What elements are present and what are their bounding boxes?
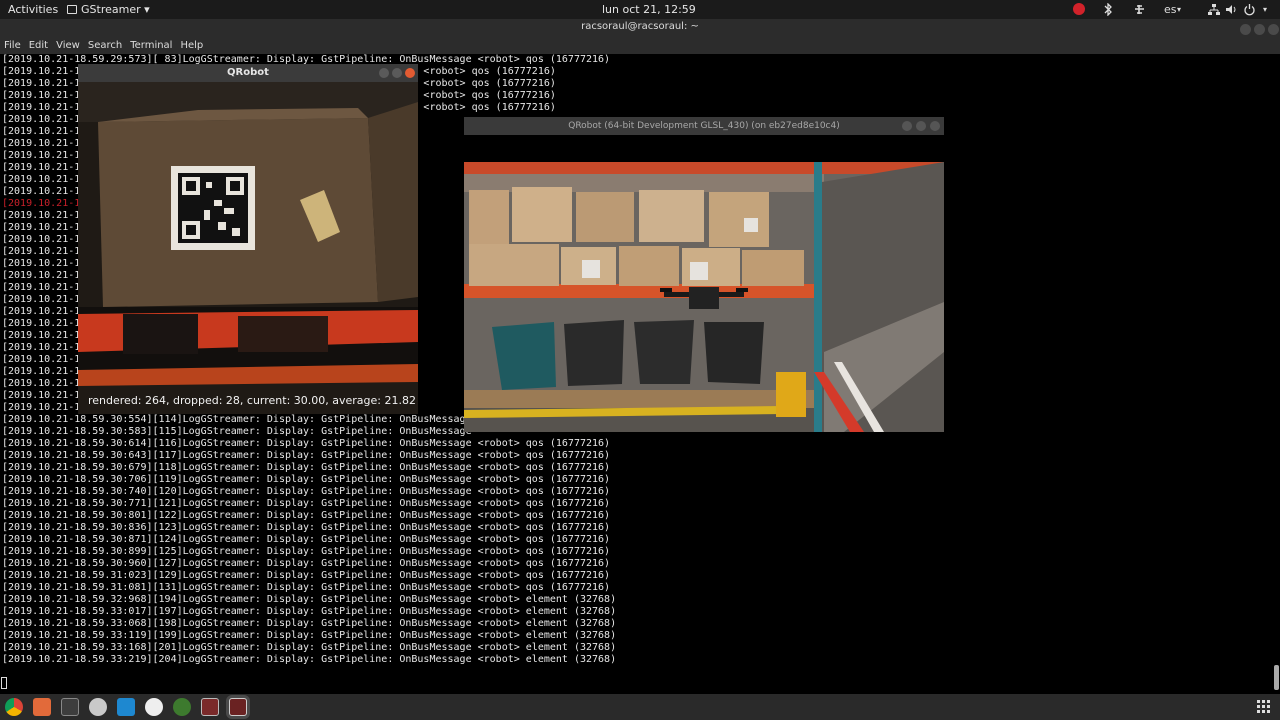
- terminal-line: [2019.10.21-18.59.33:068][198]LogGStream…: [2, 618, 617, 629]
- bollard: [776, 372, 806, 417]
- terminal-line: [2019.10.21-18.59.31:081][131]LogGStream…: [2, 582, 611, 593]
- clock[interactable]: lun oct 21, 12:59: [602, 3, 696, 16]
- terminal-titlebar[interactable]: racsoraul@racsoraul: ~: [0, 19, 1280, 39]
- files-icon[interactable]: [33, 698, 51, 716]
- terminal-line: [2019.10.21-18.59.33:017][197]LogGStream…: [2, 606, 617, 617]
- close-button[interactable]: [1268, 24, 1279, 35]
- dock: [0, 694, 1280, 720]
- window-icon[interactable]: [201, 698, 219, 716]
- menu-terminal[interactable]: Terminal: [130, 39, 172, 54]
- terminal-line: [2019.10.21-18.59.30:740][120]LogGStream…: [2, 486, 611, 497]
- terminal-line: [2019.10.21-18.59.33:168][201]LogGStream…: [2, 642, 617, 653]
- gitkraken-icon[interactable]: [89, 698, 107, 716]
- terminal-line: [2019.10.21-18.59.30:871][124]LogGStream…: [2, 534, 611, 545]
- volume-icon[interactable]: [1225, 3, 1238, 16]
- app-menu-label: GStreamer ▾: [81, 3, 150, 16]
- app-menu[interactable]: GStreamer ▾: [67, 3, 150, 16]
- bluetooth-icon[interactable]: [1102, 3, 1114, 16]
- nvidia-icon[interactable]: [173, 698, 191, 716]
- shelf-beam: [464, 284, 814, 298]
- qrobot3d-titlebar[interactable]: QRobot (64-bit Development GLSL_430) (on…: [464, 117, 944, 135]
- menu-edit[interactable]: Edit: [29, 39, 48, 54]
- terminal-icon[interactable]: [61, 698, 79, 716]
- menu-file[interactable]: File: [4, 39, 21, 54]
- qrobot-3d-window[interactable]: QRobot (64-bit Development GLSL_430) (on…: [464, 117, 944, 432]
- terminal-line: [2019.10.21-18.59.30:679][118]LogGStream…: [2, 462, 611, 473]
- terminal-line: [2019.10.21-18.59.32:968][194]LogGStream…: [2, 594, 617, 605]
- network-app-icon[interactable]: [1133, 3, 1146, 16]
- keyboard-layout[interactable]: es: [1164, 3, 1177, 16]
- qr-code: [171, 166, 255, 250]
- terminal-scrollbar[interactable]: [1274, 665, 1279, 690]
- activities-button[interactable]: Activities: [8, 3, 58, 16]
- unreal-engine-icon[interactable]: [145, 698, 163, 716]
- terminal-title: racsoraul@racsoraul: ~: [581, 21, 699, 32]
- menu-view[interactable]: View: [56, 39, 80, 54]
- terminal-line: [2019.10.21-18.59.30:614][116]LogGStream…: [2, 438, 611, 449]
- camera-feed: [78, 82, 418, 414]
- close-button[interactable]: [405, 68, 415, 78]
- terminal-line: [2019.10.21-18.59.33:119][199]LogGStream…: [2, 630, 617, 641]
- chevron-down-icon[interactable]: ▾: [1177, 5, 1181, 14]
- terminal-line: [2019.10.21-18.59.30:960][127]LogGStream…: [2, 558, 611, 569]
- menu-help[interactable]: Help: [180, 39, 203, 54]
- qrobot3d-title: QRobot (64-bit Development GLSL_430) (on…: [568, 121, 840, 131]
- terminal-line: [2019.10.21-18.59.30:899][125]LogGStream…: [2, 546, 611, 557]
- window-app-icon: [67, 5, 77, 14]
- close-button[interactable]: [930, 121, 940, 131]
- qrobot-title: QRobot: [227, 67, 269, 78]
- minimize-button[interactable]: [1240, 24, 1251, 35]
- maximize-button[interactable]: [1254, 24, 1265, 35]
- render-stats: rendered: 264, dropped: 28, current: 30.…: [88, 394, 416, 407]
- power-icon[interactable]: [1243, 3, 1256, 16]
- terminal-line: [2019.10.21-18.59.33:219][204]LogGStream…: [2, 654, 617, 665]
- terminal-line: [2019.10.21-18.59.30:836][123]LogGStream…: [2, 522, 611, 533]
- shelf-post: [814, 162, 822, 432]
- terminal-line: [2019.10.21-18.59.31:023][129]LogGStream…: [2, 570, 611, 581]
- terminal-menubar: File Edit View Search Terminal Help: [0, 39, 1280, 54]
- menu-search[interactable]: Search: [88, 39, 122, 54]
- chrome-icon[interactable]: [5, 698, 23, 716]
- terminal-line: [2019.10.21-18.59.30:643][117]LogGStream…: [2, 450, 611, 461]
- maximize-button[interactable]: [392, 68, 402, 78]
- terminal-line: [2019.10.21-18.59.30:771][121]LogGStream…: [2, 498, 611, 509]
- qrobot-camera-window[interactable]: QRobot rendered: 264, dropped: 28, curre…: [78, 64, 418, 414]
- terminal-line: [2019.10.21-18.59.30:801][122]LogGStream…: [2, 510, 611, 521]
- minimize-button[interactable]: [902, 121, 912, 131]
- warehouse-viewport[interactable]: [464, 162, 944, 432]
- terminal-cursor: [1, 677, 7, 689]
- vscode-icon[interactable]: [117, 698, 135, 716]
- active-window-icon[interactable]: [229, 698, 247, 716]
- show-applications-icon[interactable]: [1257, 700, 1271, 714]
- maximize-button[interactable]: [916, 121, 926, 131]
- minimize-button[interactable]: [379, 68, 389, 78]
- top-bar: Activities GStreamer ▾ lun oct 21, 12:59…: [0, 0, 1280, 19]
- network-icon[interactable]: [1207, 3, 1220, 16]
- record-icon[interactable]: [1073, 3, 1085, 15]
- chevron-down-icon[interactable]: ▾: [1263, 5, 1267, 14]
- qrobot-titlebar[interactable]: QRobot: [78, 64, 418, 82]
- terminal-line: [2019.10.21-18.59.30:706][119]LogGStream…: [2, 474, 611, 485]
